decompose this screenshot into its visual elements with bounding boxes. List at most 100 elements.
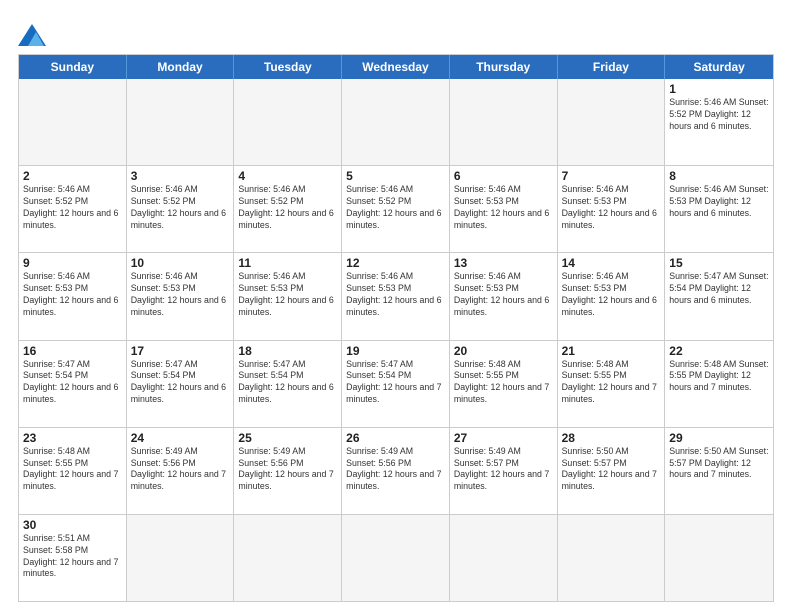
day-cell-22: 22Sunrise: 5:48 AM Sunset: 5:55 PM Dayli… bbox=[665, 341, 773, 427]
day-cell-17: 17Sunrise: 5:47 AM Sunset: 5:54 PM Dayli… bbox=[127, 341, 235, 427]
day-cell-15: 15Sunrise: 5:47 AM Sunset: 5:54 PM Dayli… bbox=[665, 253, 773, 339]
empty-cell-5-4 bbox=[450, 515, 558, 601]
calendar-row-3: 16Sunrise: 5:47 AM Sunset: 5:54 PM Dayli… bbox=[19, 340, 773, 427]
calendar-body: 1Sunrise: 5:46 AM Sunset: 5:52 PM Daylig… bbox=[19, 79, 773, 601]
day-cell-16: 16Sunrise: 5:47 AM Sunset: 5:54 PM Dayli… bbox=[19, 341, 127, 427]
day-number: 30 bbox=[23, 518, 122, 532]
empty-cell-0-1 bbox=[127, 79, 235, 165]
empty-cell-0-4 bbox=[450, 79, 558, 165]
day-cell-8: 8Sunrise: 5:46 AM Sunset: 5:53 PM Daylig… bbox=[665, 166, 773, 252]
weekday-header-monday: Monday bbox=[127, 55, 235, 79]
day-number: 16 bbox=[23, 344, 122, 358]
day-cell-3: 3Sunrise: 5:46 AM Sunset: 5:52 PM Daylig… bbox=[127, 166, 235, 252]
day-number: 2 bbox=[23, 169, 122, 183]
day-info: Sunrise: 5:47 AM Sunset: 5:54 PM Dayligh… bbox=[238, 359, 337, 407]
empty-cell-5-2 bbox=[234, 515, 342, 601]
day-info: Sunrise: 5:48 AM Sunset: 5:55 PM Dayligh… bbox=[669, 359, 769, 395]
calendar-row-0: 1Sunrise: 5:46 AM Sunset: 5:52 PM Daylig… bbox=[19, 79, 773, 165]
day-number: 10 bbox=[131, 256, 230, 270]
weekday-header-wednesday: Wednesday bbox=[342, 55, 450, 79]
day-number: 6 bbox=[454, 169, 553, 183]
calendar-row-2: 9Sunrise: 5:46 AM Sunset: 5:53 PM Daylig… bbox=[19, 252, 773, 339]
day-number: 12 bbox=[346, 256, 445, 270]
weekday-header-friday: Friday bbox=[558, 55, 666, 79]
empty-cell-0-3 bbox=[342, 79, 450, 165]
day-number: 21 bbox=[562, 344, 661, 358]
day-info: Sunrise: 5:46 AM Sunset: 5:53 PM Dayligh… bbox=[562, 271, 661, 319]
day-info: Sunrise: 5:46 AM Sunset: 5:53 PM Dayligh… bbox=[562, 184, 661, 232]
day-number: 19 bbox=[346, 344, 445, 358]
day-cell-25: 25Sunrise: 5:49 AM Sunset: 5:56 PM Dayli… bbox=[234, 428, 342, 514]
day-number: 27 bbox=[454, 431, 553, 445]
day-info: Sunrise: 5:46 AM Sunset: 5:53 PM Dayligh… bbox=[346, 271, 445, 319]
day-number: 23 bbox=[23, 431, 122, 445]
day-number: 4 bbox=[238, 169, 337, 183]
day-info: Sunrise: 5:50 AM Sunset: 5:57 PM Dayligh… bbox=[562, 446, 661, 494]
day-cell-1: 1Sunrise: 5:46 AM Sunset: 5:52 PM Daylig… bbox=[665, 79, 773, 165]
day-info: Sunrise: 5:47 AM Sunset: 5:54 PM Dayligh… bbox=[346, 359, 445, 407]
day-number: 20 bbox=[454, 344, 553, 358]
day-info: Sunrise: 5:46 AM Sunset: 5:53 PM Dayligh… bbox=[454, 271, 553, 319]
day-info: Sunrise: 5:47 AM Sunset: 5:54 PM Dayligh… bbox=[131, 359, 230, 407]
calendar-row-4: 23Sunrise: 5:48 AM Sunset: 5:55 PM Dayli… bbox=[19, 427, 773, 514]
day-info: Sunrise: 5:49 AM Sunset: 5:57 PM Dayligh… bbox=[454, 446, 553, 494]
day-number: 11 bbox=[238, 256, 337, 270]
day-info: Sunrise: 5:46 AM Sunset: 5:53 PM Dayligh… bbox=[669, 184, 769, 220]
day-info: Sunrise: 5:49 AM Sunset: 5:56 PM Dayligh… bbox=[346, 446, 445, 494]
day-cell-19: 19Sunrise: 5:47 AM Sunset: 5:54 PM Dayli… bbox=[342, 341, 450, 427]
day-cell-29: 29Sunrise: 5:50 AM Sunset: 5:57 PM Dayli… bbox=[665, 428, 773, 514]
day-info: Sunrise: 5:46 AM Sunset: 5:52 PM Dayligh… bbox=[346, 184, 445, 232]
day-number: 26 bbox=[346, 431, 445, 445]
day-number: 17 bbox=[131, 344, 230, 358]
day-cell-14: 14Sunrise: 5:46 AM Sunset: 5:53 PM Dayli… bbox=[558, 253, 666, 339]
logo bbox=[18, 18, 50, 46]
calendar: SundayMondayTuesdayWednesdayThursdayFrid… bbox=[18, 54, 774, 602]
day-info: Sunrise: 5:50 AM Sunset: 5:57 PM Dayligh… bbox=[669, 446, 769, 482]
empty-cell-0-5 bbox=[558, 79, 666, 165]
day-cell-26: 26Sunrise: 5:49 AM Sunset: 5:56 PM Dayli… bbox=[342, 428, 450, 514]
calendar-row-1: 2 Sunrise: 5:46 AM Sunset: 5:52 PM Daylig… bbox=[19, 165, 773, 252]
day-number: 25 bbox=[238, 431, 337, 445]
day-info: Sunrise: 5:46 AM Sunset: 5:52 PM Dayligh… bbox=[131, 184, 230, 232]
day-info: Sunrise: 5:48 AM Sunset: 5:55 PM Dayligh… bbox=[562, 359, 661, 407]
day-number: 22 bbox=[669, 344, 769, 358]
day-cell-30: 30Sunrise: 5:51 AM Sunset: 5:58 PM Dayli… bbox=[19, 515, 127, 601]
day-info: Sunrise: 5:46 AM Sunset: 5:53 PM Dayligh… bbox=[131, 271, 230, 319]
weekday-header-saturday: Saturday bbox=[665, 55, 773, 79]
empty-cell-5-1 bbox=[127, 515, 235, 601]
day-info: Sunrise: 5:49 AM Sunset: 5:56 PM Dayligh… bbox=[131, 446, 230, 494]
day-info: Sunrise: 5:49 AM Sunset: 5:56 PM Dayligh… bbox=[238, 446, 337, 494]
day-info: Sunrise: 5:46 AM Sunset: 5:52 PM Dayligh… bbox=[669, 97, 769, 133]
day-cell-23: 23Sunrise: 5:48 AM Sunset: 5:55 PM Dayli… bbox=[19, 428, 127, 514]
day-number: 18 bbox=[238, 344, 337, 358]
day-number: 7 bbox=[562, 169, 661, 183]
header bbox=[18, 18, 774, 46]
day-number: 15 bbox=[669, 256, 769, 270]
weekday-header-sunday: Sunday bbox=[19, 55, 127, 79]
day-info: Sunrise: 5:46 AM Sunset: 5:53 PM Dayligh… bbox=[23, 271, 122, 319]
day-cell-2: 2Sunrise: 5:46 AM Sunset: 5:52 PM Daylig… bbox=[19, 166, 127, 252]
day-info: Sunrise: 5:48 AM Sunset: 5:55 PM Dayligh… bbox=[23, 446, 122, 494]
day-number: 13 bbox=[454, 256, 553, 270]
calendar-page: SundayMondayTuesdayWednesdayThursdayFrid… bbox=[0, 0, 792, 612]
calendar-row-5: 30Sunrise: 5:51 AM Sunset: 5:58 PM Dayli… bbox=[19, 514, 773, 601]
day-cell-18: 18Sunrise: 5:47 AM Sunset: 5:54 PM Dayli… bbox=[234, 341, 342, 427]
day-number: 14 bbox=[562, 256, 661, 270]
day-cell-24: 24Sunrise: 5:49 AM Sunset: 5:56 PM Dayli… bbox=[127, 428, 235, 514]
weekday-header-thursday: Thursday bbox=[450, 55, 558, 79]
day-info: Sunrise: 5:47 AM Sunset: 5:54 PM Dayligh… bbox=[669, 271, 769, 307]
day-cell-4: 4Sunrise: 5:46 AM Sunset: 5:52 PM Daylig… bbox=[234, 166, 342, 252]
empty-cell-5-5 bbox=[558, 515, 666, 601]
day-info: Sunrise: 5:47 AM Sunset: 5:54 PM Dayligh… bbox=[23, 359, 122, 407]
day-info: Sunrise: 5:51 AM Sunset: 5:58 PM Dayligh… bbox=[23, 533, 122, 581]
day-cell-21: 21Sunrise: 5:48 AM Sunset: 5:55 PM Dayli… bbox=[558, 341, 666, 427]
day-info: Sunrise: 5:48 AM Sunset: 5:55 PM Dayligh… bbox=[454, 359, 553, 407]
day-cell-20: 20Sunrise: 5:48 AM Sunset: 5:55 PM Dayli… bbox=[450, 341, 558, 427]
day-number: 5 bbox=[346, 169, 445, 183]
empty-cell-0-0 bbox=[19, 79, 127, 165]
day-info: Sunrise: 5:46 AM Sunset: 5:53 PM Dayligh… bbox=[238, 271, 337, 319]
day-cell-6: 6Sunrise: 5:46 AM Sunset: 5:53 PM Daylig… bbox=[450, 166, 558, 252]
empty-cell-5-3 bbox=[342, 515, 450, 601]
day-cell-11: 11Sunrise: 5:46 AM Sunset: 5:53 PM Dayli… bbox=[234, 253, 342, 339]
day-cell-12: 12Sunrise: 5:46 AM Sunset: 5:53 PM Dayli… bbox=[342, 253, 450, 339]
